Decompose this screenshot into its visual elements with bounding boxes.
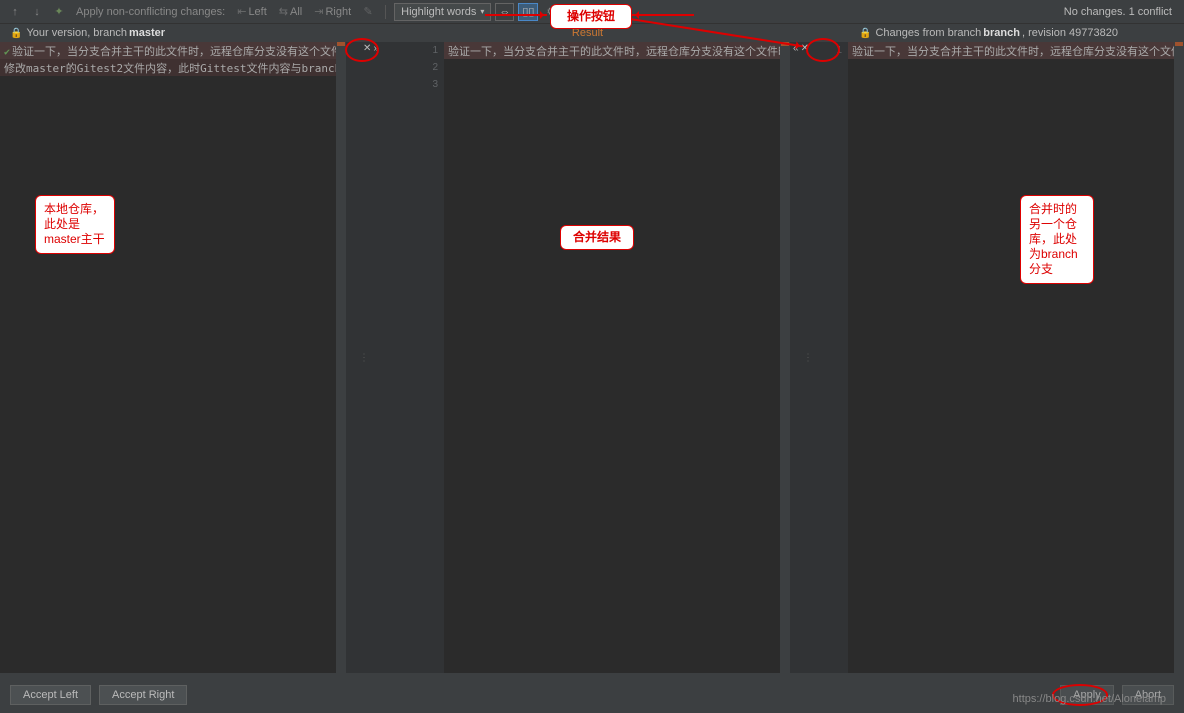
check-icon: ✔ — [4, 47, 10, 58]
line-number: 2 — [382, 59, 444, 76]
scroll-indicator[interactable] — [336, 42, 346, 673]
annotation-right: 合并时的另一个仓库，此处为branch分支 — [1020, 195, 1094, 284]
toolbar-separator — [385, 5, 386, 19]
code-line: 验证一下，当分支合并主干的此文件时，远程仓库分支没有这个文件时，能否提 — [848, 42, 1184, 59]
arrow-icon — [632, 14, 694, 16]
right-pane[interactable]: 验证一下，当分支合并主干的此文件时，远程仓库分支没有这个文件时，能否提 — [848, 42, 1184, 673]
sync-scroll-button[interactable]: ▯▯ — [518, 3, 538, 21]
lock-icon: 🔒 — [10, 28, 22, 39]
left-branch-name: master — [129, 27, 165, 39]
watermark: https://blog.csdn.net/Alonelamp — [1013, 693, 1166, 705]
accept-left-all-button[interactable]: Accept Left — [10, 685, 91, 705]
right-title-prefix: Changes from branch — [875, 27, 981, 39]
right-revision: , revision 49773820 — [1022, 27, 1118, 39]
merge-panes: ✔验证一下，当分支合并主干的此文件时，远程仓库分支没有这个文件时，能否提 修改m… — [0, 42, 1184, 673]
code-line: 验证一下，当分支合并主干的此文件时，远程仓库分支没有这个文件时，能否提交✔ — [444, 42, 790, 59]
code-line: ✔验证一下，当分支合并主干的此文件时，远程仓库分支没有这个文件时，能否提 — [0, 42, 346, 59]
left-pane-title: 🔒 Your version, branch master — [0, 27, 382, 39]
annotation-left: 本地仓库，此处是master主干 — [35, 195, 115, 254]
prev-diff-icon[interactable]: ↑ — [6, 3, 24, 21]
line-number: 3 — [382, 76, 444, 93]
right-line-gutter: 1 — [826, 42, 848, 673]
left-pane[interactable]: ✔验证一下，当分支合并主干的此文件时，远程仓库分支没有这个文件时，能否提 修改m… — [0, 42, 346, 673]
line-number: 1 — [382, 42, 444, 59]
right-merge-gutter: « ✕ ⋮ — [790, 42, 826, 673]
lock-icon: 🔒 — [859, 28, 871, 39]
left-merge-gutter: ✕ » ⋮ — [346, 42, 382, 673]
next-diff-icon[interactable]: ↓ — [28, 3, 46, 21]
annotation-mid: 合并结果 — [560, 225, 634, 250]
annotation-top: 操作按钮 — [550, 4, 632, 29]
accept-right-all-button[interactable]: Accept Right — [99, 685, 187, 705]
apply-label: Apply non-conflicting changes: — [72, 6, 229, 18]
right-pane-title: 🔒 Changes from branch branch , revision … — [783, 27, 1184, 39]
apply-left-button[interactable]: ⇤ Left — [233, 5, 271, 18]
splitter-handle[interactable]: ⋮ — [803, 352, 813, 363]
right-branch-name: branch — [983, 27, 1020, 39]
circle-icon — [345, 38, 379, 62]
apply-all-button[interactable]: ⇆ All — [275, 5, 306, 18]
scroll-indicator[interactable] — [1174, 42, 1184, 673]
splitter-handle[interactable]: ⋮ — [359, 352, 369, 363]
left-title-prefix: Your version, branch — [26, 27, 127, 39]
conflict-status: No changes. 1 conflict — [1064, 6, 1178, 18]
code-line: 修改master的Gitest2文件内容，此时Gittest文件内容与branc… — [0, 59, 346, 76]
scroll-indicator[interactable] — [780, 42, 790, 673]
arrow-icon — [485, 14, 547, 16]
bottom-bar: Accept Left Accept Right Apply Abort — [0, 677, 1184, 713]
result-pane[interactable]: 验证一下，当分支合并主干的此文件时，远程仓库分支没有这个文件时，能否提交✔ — [444, 42, 790, 673]
highlight-dropdown[interactable]: Highlight words — [394, 3, 491, 21]
apply-right-button[interactable]: ⇥ Right — [310, 5, 355, 18]
magic-icon[interactable]: ✦ — [50, 3, 68, 21]
collapse-button[interactable]: ⇔ — [495, 3, 514, 21]
circle-icon — [806, 38, 840, 62]
edit-icon[interactable]: ✎ — [359, 3, 377, 21]
mid-line-gutter: 1 2 3 — [382, 42, 444, 673]
